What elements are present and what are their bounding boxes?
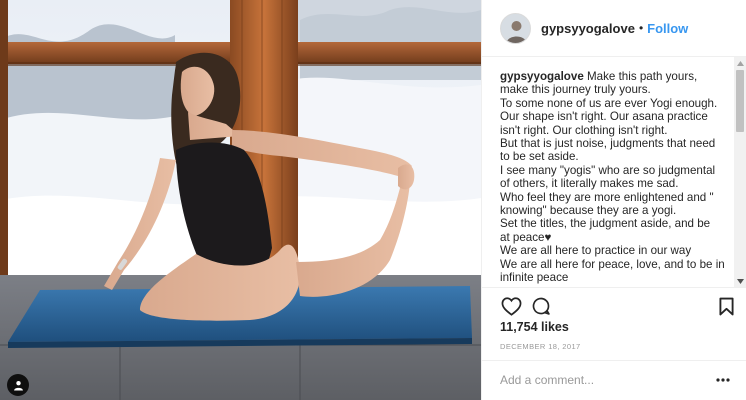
- caption-scrollbar[interactable]: [734, 57, 746, 287]
- caption-line: We are all here for peace, love, and to …: [500, 257, 725, 271]
- like-button[interactable]: [500, 295, 522, 317]
- save-button[interactable]: [715, 295, 737, 317]
- like-count[interactable]: 11,754 likes: [500, 320, 569, 334]
- caption-line: make this journey truly yours.: [500, 83, 651, 97]
- caption-line: We are all here to practice in our way: [500, 244, 692, 258]
- header-separator: •: [638, 21, 644, 35]
- caption-line: Who feel they are more enlightened and ": [500, 190, 714, 204]
- caption-author[interactable]: gypsyyogalove: [500, 70, 584, 83]
- caption-line: But that is just noise, judgments that n…: [500, 137, 716, 151]
- comment-button[interactable]: [530, 295, 552, 317]
- caption-line: of others, it literally makes me sad.: [500, 177, 679, 191]
- comment-bubble-icon: [532, 297, 550, 315]
- caption-line: Our shape isn't right. Our asana practic…: [500, 110, 708, 124]
- caption-line: To some none of us are ever Yogi enough.: [500, 96, 718, 110]
- caption-text: Make this path yours,: [587, 70, 698, 83]
- caption: gypsyyogalove Make this path yours, make…: [500, 70, 732, 285]
- scroll-up-arrow-icon[interactable]: [734, 57, 746, 69]
- post-header: gypsyyogalove • Follow: [482, 0, 746, 57]
- action-bar: [482, 287, 746, 323]
- caption-line: isn't right. Our clothing isn't right.: [500, 123, 668, 137]
- caption-line: infinite peace: [500, 271, 569, 285]
- post-photo[interactable]: [0, 0, 481, 400]
- follow-button[interactable]: Follow: [647, 21, 688, 36]
- caption-line: knowing" because they are a yogi.: [500, 204, 677, 218]
- caption-scroll-area[interactable]: gypsyyogalove Make this path yours, make…: [482, 57, 746, 285]
- scroll-down-arrow-icon[interactable]: [734, 275, 746, 287]
- add-comment-bar: Add a comment...: [482, 360, 746, 400]
- header-username[interactable]: gypsyyogalove: [541, 21, 635, 36]
- more-options-icon[interactable]: [715, 373, 731, 387]
- post-date[interactable]: December 18, 2017: [500, 342, 581, 351]
- bookmark-icon: [718, 297, 734, 315]
- avatar[interactable]: [500, 12, 531, 44]
- caption-line: Set the titles, the judgment aside, and …: [500, 217, 711, 231]
- scrollbar-thumb[interactable]: [736, 70, 744, 132]
- caption-line: I see many "yogis" who are so judgmental: [500, 163, 716, 177]
- post-side-panel: gypsyyogalove • Follow gypsyyogalove Mak…: [481, 0, 746, 400]
- yoga-photo-illustration: [0, 0, 481, 400]
- caption-line: to be set aside.: [500, 150, 579, 164]
- caption-first-line: gypsyyogalove Make this path yours,: [500, 70, 732, 83]
- instagram-post: gypsyyogalove • Follow gypsyyogalove Mak…: [0, 0, 746, 400]
- heart-icon: [501, 296, 521, 316]
- caption-line: at peace♥: [500, 230, 552, 244]
- comment-input[interactable]: Add a comment...: [500, 373, 594, 387]
- user-tag-icon[interactable]: [7, 374, 29, 396]
